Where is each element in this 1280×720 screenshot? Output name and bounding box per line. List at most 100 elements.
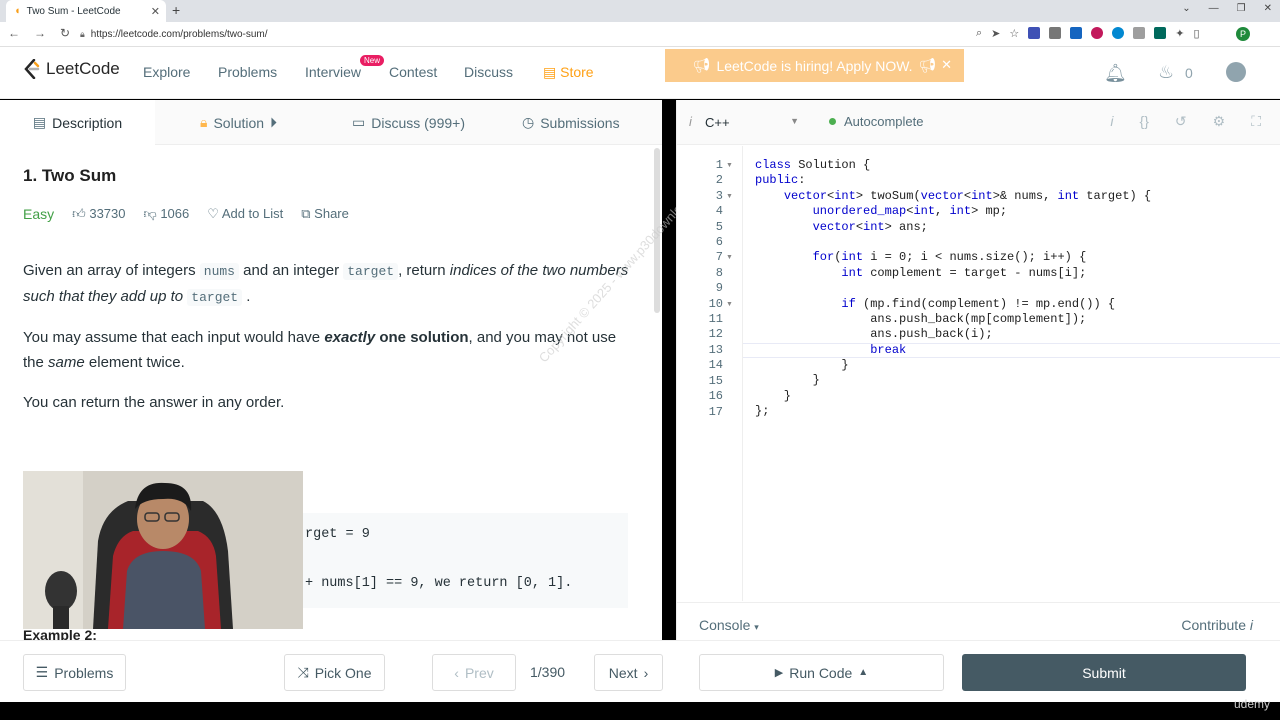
logo-text: LeetCode bbox=[46, 59, 120, 78]
problems-label: Problems bbox=[54, 664, 114, 681]
extension-icon[interactable] bbox=[1049, 27, 1062, 39]
share-button[interactable]: ⧉ Share bbox=[301, 206, 349, 222]
back-icon[interactable]: ← bbox=[8, 26, 20, 40]
extension-icon[interactable] bbox=[1070, 27, 1083, 39]
nav-store[interactable]: ▤ Store bbox=[543, 64, 594, 81]
contribute-link[interactable]: Contribute i bbox=[1181, 617, 1253, 633]
problem-description: Given an array of integers nums and an i… bbox=[23, 258, 633, 430]
close-tab-icon[interactable]: ✕ bbox=[151, 5, 160, 18]
braces-icon[interactable]: {} bbox=[1140, 113, 1149, 130]
console-toggle[interactable]: Console ▾ bbox=[699, 617, 759, 633]
tab-solution[interactable]: 🔒︎ Solution ⏵ bbox=[200, 114, 277, 131]
star-icon[interactable]: ☆ bbox=[1009, 27, 1019, 40]
extension-icon[interactable] bbox=[1154, 27, 1167, 39]
dislike-button[interactable]: 👎︎ 1066 bbox=[144, 206, 190, 222]
settings-icon[interactable]: ⚙ bbox=[1213, 113, 1226, 130]
line-number: 6 bbox=[715, 235, 723, 250]
close-banner-icon[interactable]: ✕ bbox=[941, 57, 952, 73]
minimize-icon[interactable]: — bbox=[1209, 3, 1219, 14]
info-icon[interactable]: i bbox=[1110, 113, 1113, 130]
maximize-icon[interactable]: ❐ bbox=[1237, 3, 1246, 14]
chevron-down-icon[interactable]: ⌄ bbox=[1182, 3, 1190, 14]
problems-button[interactable]: ☰ Problems bbox=[23, 654, 126, 691]
code-line: } bbox=[755, 388, 792, 403]
caret-down-icon: ▾ bbox=[754, 622, 759, 632]
fold-markers: ▼ ▼ ▼ ▼ bbox=[726, 162, 733, 308]
tab-discuss[interactable]: ▭ Discuss (999+) bbox=[352, 114, 465, 131]
caret-up-icon: ▲ bbox=[858, 667, 869, 678]
desc-emphasis: same bbox=[48, 354, 85, 371]
code-line: vector<int> twoSum(vector<int>& nums, in… bbox=[783, 188, 1152, 203]
description-panel: ▤ Description 🔒︎ Solution ⏵ ▭ Discuss (9… bbox=[0, 100, 662, 643]
share-icon[interactable]: ➤ bbox=[991, 27, 1000, 40]
language-select[interactable]: i C++ ▼ bbox=[677, 106, 807, 138]
extension-icon[interactable] bbox=[1133, 27, 1146, 39]
line-number: 12 bbox=[708, 327, 723, 342]
code-line: ans.push_back(mp[complement]); bbox=[755, 311, 1087, 326]
reload-icon[interactable]: ↻ bbox=[60, 26, 70, 40]
nav-interview[interactable]: Interview bbox=[305, 64, 361, 80]
browser-tab-strip: ◖ Two Sum - LeetCode ✕ + ⌄ — ❐ ✕ bbox=[0, 0, 1280, 22]
next-button[interactable]: Next › bbox=[594, 654, 663, 691]
user-avatar-icon[interactable] bbox=[1226, 62, 1246, 82]
extension-icon[interactable] bbox=[1112, 27, 1125, 39]
chevron-right-icon: › bbox=[643, 664, 649, 681]
new-tab-icon[interactable]: + bbox=[172, 2, 180, 18]
next-label: Next bbox=[608, 664, 638, 681]
fullscreen-icon[interactable]: ⛶ bbox=[1251, 113, 1261, 130]
tab-solution-label: Solution bbox=[213, 114, 265, 131]
tab-submissions-label: Submissions bbox=[540, 114, 620, 131]
fire-icon[interactable]: ♨ bbox=[1158, 62, 1174, 83]
shuffle-icon: ⤨ bbox=[297, 664, 309, 680]
forward-icon[interactable]: → bbox=[34, 26, 46, 40]
desc-strong: one solution bbox=[379, 329, 469, 346]
profile-avatar[interactable]: P bbox=[1236, 27, 1250, 41]
line-number: 9 bbox=[715, 281, 723, 296]
play-icon: ▶ bbox=[774, 667, 784, 679]
store-icon: ▤ bbox=[543, 64, 557, 80]
line-number: 1 bbox=[715, 158, 723, 172]
url-field[interactable]: 🔒︎ https://leetcode.com/problems/two-sum… bbox=[80, 24, 980, 44]
bell-icon[interactable]: 🔔︎ bbox=[1104, 63, 1127, 84]
code-area[interactable]: class Solution {public: vector<int> twoS… bbox=[755, 158, 1151, 420]
leetcode-logo[interactable]: LeetCode bbox=[24, 59, 120, 79]
run-code-button[interactable]: ▶ Run Code ▲ bbox=[699, 654, 944, 691]
leetcode-favicon-icon: ◖ bbox=[14, 5, 21, 17]
submit-button[interactable]: Submit bbox=[962, 654, 1246, 691]
close-window-icon[interactable]: ✕ bbox=[1264, 3, 1272, 14]
like-button[interactable]: 👍︎ 33730 bbox=[72, 206, 125, 222]
extension-icon[interactable] bbox=[1028, 27, 1041, 39]
browser-tab[interactable]: ◖ Two Sum - LeetCode ✕ bbox=[6, 0, 166, 22]
line-number: 17 bbox=[708, 404, 723, 419]
nav-problems[interactable]: Problems bbox=[218, 64, 277, 80]
nav-discuss[interactable]: Discuss bbox=[464, 64, 513, 80]
zoom-icon[interactable]: ⌕ bbox=[976, 27, 982, 40]
hiring-banner[interactable]: 📢︎ LeetCode is hiring! Apply NOW. 📢︎ ✕ bbox=[665, 49, 964, 82]
extension-icon[interactable] bbox=[1091, 27, 1104, 39]
window-controls: ⌄ — ❐ ✕ bbox=[1182, 3, 1272, 14]
nav-contest[interactable]: Contest bbox=[389, 64, 437, 80]
prev-button[interactable]: ‹ Prev bbox=[432, 654, 516, 691]
example-input-line: rget = 9 bbox=[305, 527, 370, 542]
nav-explore[interactable]: Explore bbox=[143, 64, 190, 80]
inline-code-target: target bbox=[187, 289, 243, 306]
dislike-count: 1066 bbox=[160, 206, 190, 221]
add-to-list-button[interactable]: ♡ Add to List bbox=[207, 206, 283, 222]
share-icon: ⧉ bbox=[301, 206, 311, 221]
tab-submissions[interactable]: ◷ Submissions bbox=[522, 114, 620, 131]
heart-icon: ♡ bbox=[207, 206, 219, 221]
puzzle-icon[interactable]: ✦ bbox=[1175, 27, 1184, 40]
editor-toolbar: i C++ ▼ Autocomplete i {} ↺ ⚙ ⛶ bbox=[677, 100, 1280, 145]
pick-one-button[interactable]: ⤨ Pick One bbox=[284, 654, 385, 691]
line-number: 3 bbox=[715, 188, 723, 203]
code-line: if (mp.find(complement) != mp.end()) { bbox=[841, 296, 1116, 311]
hiring-text: LeetCode is hiring! Apply NOW. bbox=[716, 57, 913, 74]
add-to-list-label: Add to List bbox=[221, 206, 284, 221]
reset-icon[interactable]: ↺ bbox=[1175, 113, 1187, 130]
example-explanation-line: + nums[1] == 9, we return [0, 1]. bbox=[305, 576, 573, 591]
sidebar-icon[interactable]: ▯ bbox=[1193, 27, 1199, 40]
autocomplete-toggle[interactable]: Autocomplete bbox=[829, 114, 924, 129]
prev-label: Prev bbox=[464, 664, 494, 681]
tab-description[interactable]: ▤ Description bbox=[0, 100, 155, 145]
difficulty-badge: Easy bbox=[23, 206, 55, 222]
